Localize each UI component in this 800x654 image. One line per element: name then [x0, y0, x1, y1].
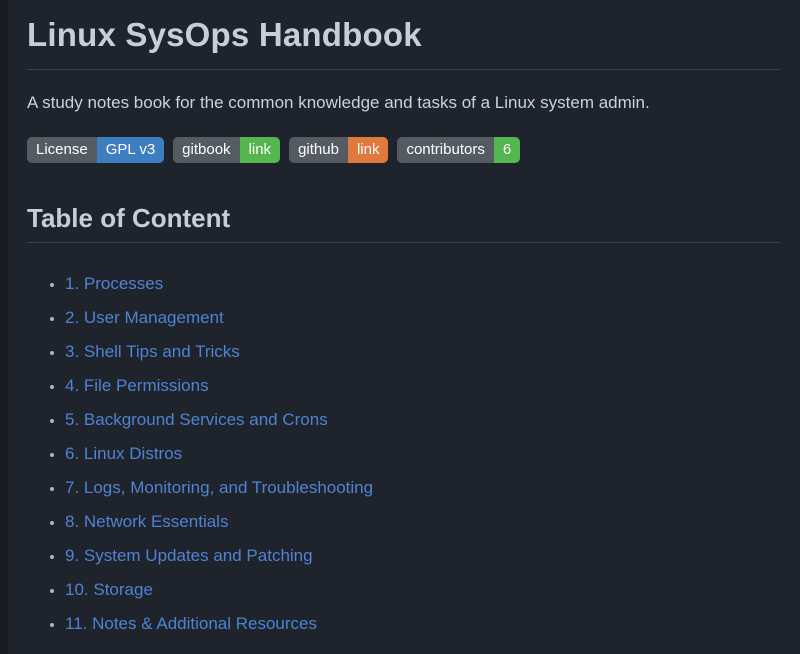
toc-link-linux-distros[interactable]: 6. Linux Distros: [65, 444, 182, 463]
toc-item: 9. System Updates and Patching: [65, 543, 780, 568]
toc-link-system-updates[interactable]: 9. System Updates and Patching: [65, 546, 313, 565]
window-edge: [0, 0, 8, 654]
toc-link-background-services[interactable]: 5. Background Services and Crons: [65, 410, 328, 429]
github-badge-label: github: [289, 137, 348, 163]
github-badge-value: link: [348, 137, 389, 163]
project-description: A study notes book for the common knowle…: [27, 92, 780, 113]
gitbook-badge-value: link: [240, 137, 281, 163]
license-badge-label: License: [27, 137, 97, 163]
toc-item: 8. Network Essentials: [65, 509, 780, 534]
toc-item: 7. Logs, Monitoring, and Troubleshooting: [65, 475, 780, 500]
toc-link-notes-resources[interactable]: 11. Notes & Additional Resources: [65, 614, 317, 633]
toc-link-processes[interactable]: 1. Processes: [65, 274, 163, 293]
toc-item: 4. File Permissions: [65, 373, 780, 398]
contributors-badge[interactable]: contributors 6: [397, 137, 520, 163]
badge-row: License GPL v3 gitbook link github link …: [27, 137, 780, 163]
toc-link-shell-tips[interactable]: 3. Shell Tips and Tricks: [65, 342, 240, 361]
gitbook-badge[interactable]: gitbook link: [173, 137, 280, 163]
gitbook-badge-label: gitbook: [173, 137, 239, 163]
page-title: Linux SysOps Handbook: [27, 14, 780, 70]
github-badge[interactable]: github link: [289, 137, 388, 163]
toc-link-logs-monitoring[interactable]: 7. Logs, Monitoring, and Troubleshooting: [65, 478, 373, 497]
contributors-badge-label: contributors: [397, 137, 493, 163]
toc-item: 1. Processes: [65, 271, 780, 296]
contributors-badge-value: 6: [494, 137, 520, 163]
toc-item: 3. Shell Tips and Tricks: [65, 339, 780, 364]
toc-item: 11. Notes & Additional Resources: [65, 611, 780, 636]
toc-heading: Table of Content: [27, 203, 780, 244]
toc-item: 2. User Management: [65, 305, 780, 330]
toc-link-user-management[interactable]: 2. User Management: [65, 308, 224, 327]
toc-list: 1. Processes 2. User Management 3. Shell…: [27, 271, 780, 636]
toc-link-file-permissions[interactable]: 4. File Permissions: [65, 376, 209, 395]
readme-content: Linux SysOps Handbook A study notes book…: [0, 0, 800, 636]
license-badge-value: GPL v3: [97, 137, 164, 163]
toc-item: 6. Linux Distros: [65, 441, 780, 466]
toc-link-storage[interactable]: 10. Storage: [65, 580, 153, 599]
toc-item: 5. Background Services and Crons: [65, 407, 780, 432]
toc-item: 10. Storage: [65, 577, 780, 602]
toc-link-network-essentials[interactable]: 8. Network Essentials: [65, 512, 228, 531]
license-badge[interactable]: License GPL v3: [27, 137, 164, 163]
